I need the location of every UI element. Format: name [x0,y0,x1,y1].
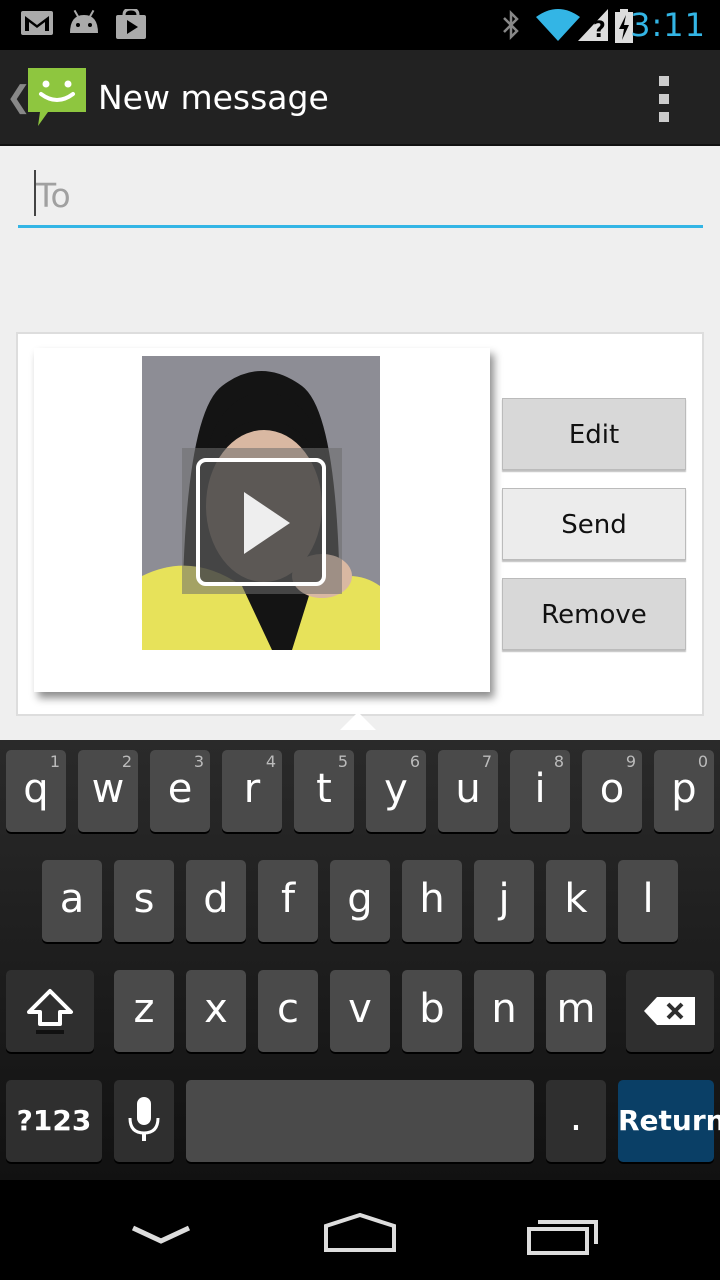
period-key[interactable]: . [546,1080,606,1162]
play-overlay [182,448,342,594]
key-p[interactable]: 0p [654,750,714,832]
key-d[interactable]: d [186,860,246,942]
remove-button[interactable]: Remove [502,578,686,650]
key-t[interactable]: 5t [294,750,354,832]
key-j[interactable]: j [474,860,534,942]
action-bar: ❮ New message [0,50,720,146]
play-store-icon [116,9,146,39]
android-debug-icon [70,9,98,33]
send-button[interactable]: Send [502,488,686,560]
attachment-panel: Edit Send Remove [16,332,704,716]
shift-icon [27,989,73,1034]
edit-button[interactable]: Edit [502,398,686,470]
bubble-pointer [340,712,376,730]
backspace-icon [644,997,695,1025]
clock: 3:11 [630,6,706,44]
wifi-icon [536,9,580,41]
key-i[interactable]: 8i [510,750,570,832]
key-o[interactable]: 9o [582,750,642,832]
voice-input-key[interactable] [114,1080,174,1162]
overflow-menu-icon[interactable] [650,76,678,122]
gmail-icon [21,11,53,35]
to-field[interactable] [18,166,703,228]
recipient-input[interactable] [36,166,696,224]
svg-text:?: ? [593,18,606,41]
key-a[interactable]: a [42,860,102,942]
key-e[interactable]: 3e [150,750,210,832]
shift-key[interactable] [6,970,94,1052]
key-u[interactable]: 7u [438,750,498,832]
key-y[interactable]: 6y [366,750,426,832]
key-h[interactable]: h [402,860,462,942]
key-b[interactable]: b [402,970,462,1052]
messaging-app-icon[interactable] [26,66,88,128]
video-thumbnail-card[interactable] [34,348,490,692]
home-icon[interactable] [322,1212,398,1254]
key-k[interactable]: k [546,860,606,942]
key-c[interactable]: c [258,970,318,1052]
key-r[interactable]: 4r [222,750,282,832]
play-button[interactable] [196,458,326,586]
key-l[interactable]: l [618,860,678,942]
key-w[interactable]: 2w [78,750,138,832]
key-m[interactable]: m [546,970,606,1052]
navigation-bar [0,1180,720,1280]
key-n[interactable]: n [474,970,534,1052]
compose-area: Edit Send Remove [0,146,720,740]
symbols-key[interactable]: ?123 [6,1080,102,1162]
recents-icon[interactable] [526,1216,600,1256]
bluetooth-icon [503,9,519,41]
space-key[interactable] [186,1080,534,1162]
backspace-key[interactable] [626,970,714,1052]
play-icon [244,492,290,554]
key-f[interactable]: f [258,860,318,942]
signal-icon: ? [578,9,608,41]
page-title: New message [98,78,329,117]
key-z[interactable]: z [114,970,174,1052]
key-q[interactable]: 1q [6,750,66,832]
key-v[interactable]: v [330,970,390,1052]
key-x[interactable]: x [186,970,246,1052]
key-g[interactable]: g [330,860,390,942]
key-s[interactable]: s [114,860,174,942]
return-key[interactable]: Return [618,1080,720,1162]
microphone-icon [128,1097,160,1141]
back-icon[interactable] [130,1224,192,1246]
status-bar: ? 3:11 [0,0,720,50]
soft-keyboard: 1q 2w 3e 4r 5t 6y 7u 8i 9o 0p a s d f g … [0,740,720,1180]
